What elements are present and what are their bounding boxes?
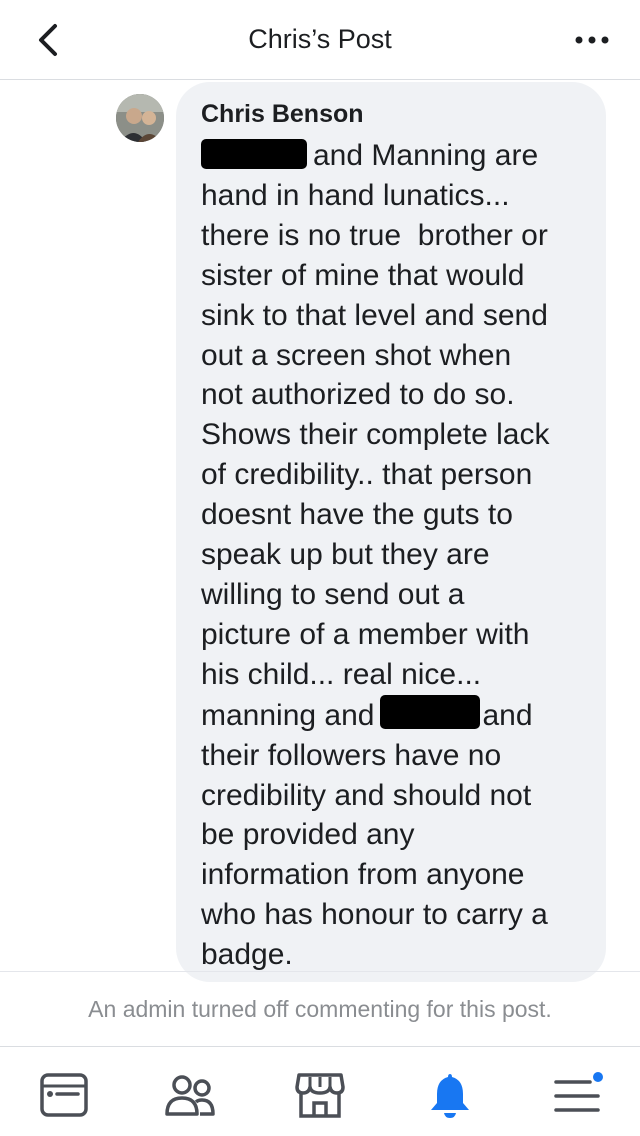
page-title: Chris’s Post <box>248 24 392 54</box>
comment-line: sister of mine that would <box>201 258 525 292</box>
tab-menu[interactable] <box>550 1067 606 1123</box>
comment-line: not authorized to do so. <box>201 378 515 412</box>
comment-line: doesnt have the guts to <box>201 498 513 532</box>
comment-bubble: Chris Benson and Manning are hand in han… <box>176 82 606 982</box>
marketplace-icon <box>295 1073 345 1118</box>
comment-line: of credibility.. that person <box>201 458 533 492</box>
more-dots-icon <box>575 36 609 44</box>
tab-news-feed[interactable] <box>36 1067 92 1123</box>
comment-line: credibility and should not <box>201 778 532 812</box>
comment-line: out a screen shot when <box>201 338 512 372</box>
comment-line: be provided any <box>201 818 415 852</box>
bottom-tab-bar <box>0 1046 640 1136</box>
comment-line: and Manning are <box>201 136 584 176</box>
friends-icon <box>165 1075 215 1116</box>
tab-friends[interactable] <box>162 1067 218 1123</box>
divider <box>0 971 640 972</box>
avatar[interactable] <box>116 94 164 142</box>
notification-dot-icon <box>591 1070 605 1084</box>
more-options-button[interactable] <box>572 26 612 54</box>
comment-line: their followers have no <box>201 738 502 772</box>
comment-line: sink to that level and send <box>201 298 548 332</box>
comment-line: information from anyone <box>201 858 525 892</box>
comment-line: Shows their complete lack <box>201 418 550 452</box>
top-nav-bar: Chris’s Post <box>0 0 640 80</box>
comment-line: who has honour to carry a <box>201 898 548 932</box>
comment-line: picture of a member with <box>201 617 530 651</box>
menu-icon <box>554 1070 605 1112</box>
comment-line: badge. <box>201 938 293 972</box>
comment-line: speak up but they are <box>201 538 490 572</box>
commenting-disabled-notice: An admin turned off commenting for this … <box>88 996 552 1022</box>
tab-notifications[interactable] <box>422 1067 478 1123</box>
profile-photo-icon <box>116 94 164 142</box>
post-screen: Chris’s Post Chris Benson and Manning ar… <box>0 0 640 1136</box>
comment-line: manning and and <box>201 694 584 736</box>
comment-line: willing to send out a <box>201 577 465 611</box>
redacted-name-block <box>201 139 307 169</box>
comment-line: hand in hand lunatics... <box>201 178 510 212</box>
notifications-bell-icon <box>431 1074 469 1118</box>
tab-marketplace[interactable] <box>292 1067 348 1123</box>
news-feed-icon <box>40 1073 88 1117</box>
redacted-name-block <box>380 694 481 729</box>
comment-line: there is no true brother or <box>201 218 548 252</box>
comment-text: and Manning are hand in hand lunatics...… <box>201 136 584 975</box>
comment-line: his child... real nice... <box>201 657 482 691</box>
comment-author[interactable]: Chris Benson <box>201 100 584 128</box>
